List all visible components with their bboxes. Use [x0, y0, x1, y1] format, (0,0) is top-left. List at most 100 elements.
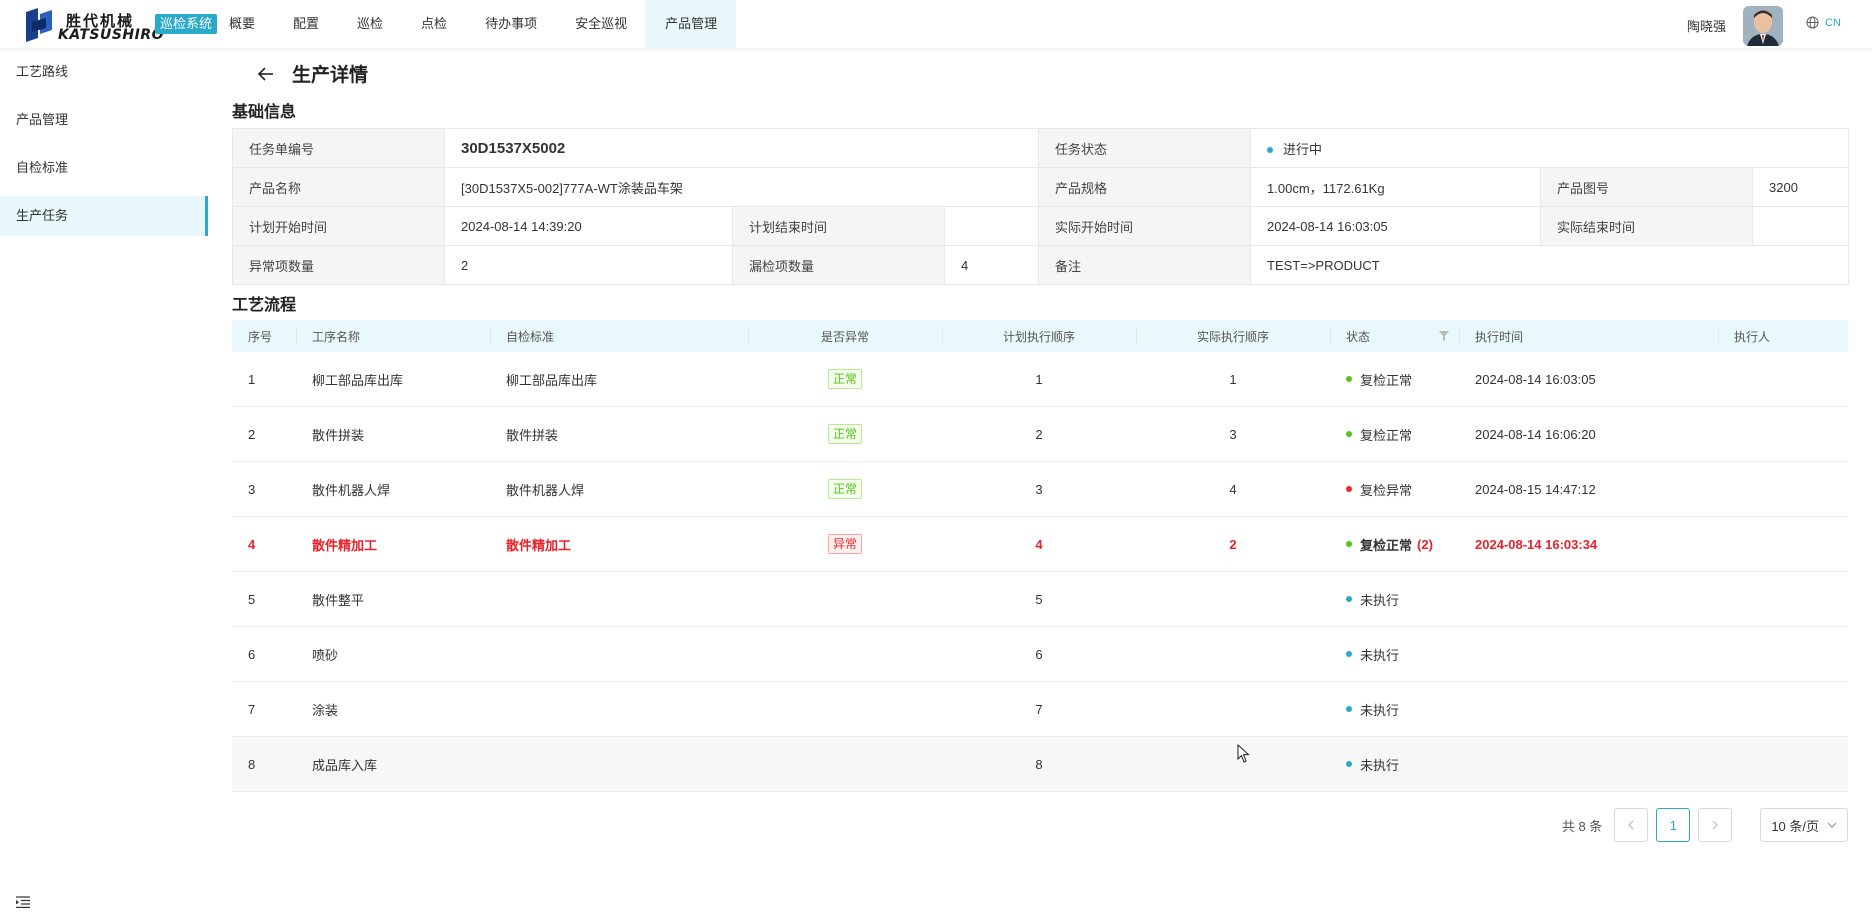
sidebar-item-process-route[interactable]: 工艺路线: [0, 52, 208, 92]
language-switch[interactable]: CN: [1806, 16, 1841, 29]
cell-abnormal: 正常: [748, 352, 942, 407]
actual-end-value: [1752, 206, 1850, 246]
table-row[interactable]: 1 柳工部品库出库 柳工部品库出库 正常 1 1 复检正常 2024-08-14 16:03:…: [232, 352, 1848, 407]
section-title-process: 工艺流程: [232, 297, 297, 314]
cell-plan-order: 1: [942, 352, 1136, 407]
cell-no: 7: [232, 681, 296, 737]
status-dot-icon: [1346, 376, 1352, 382]
col-header-plan-order: 计划执行顺序: [942, 320, 1136, 352]
cell-operator: [1718, 626, 1848, 682]
status-text: 未执行: [1360, 592, 1400, 608]
cell-exec-time: 2024-08-14 16:03:34: [1459, 516, 1718, 572]
table-row[interactable]: 6 喷砂 6 未执行: [232, 626, 1848, 682]
nav-todo[interactable]: 待办事项: [466, 0, 556, 48]
cell-exec-time: 2024-08-15 14:47:12: [1459, 461, 1718, 517]
plan-end-value: [943, 206, 1040, 246]
status-text: 未执行: [1360, 647, 1400, 663]
nav-overview[interactable]: 概要: [210, 0, 274, 48]
cell-standard: 散件机器人焊: [490, 461, 748, 517]
logo-en-text: KATSUSHIRO: [58, 27, 165, 43]
page-title: 生产详情: [292, 65, 369, 86]
recheck-count[interactable]: (2): [1417, 537, 1433, 552]
status-text: 复检正常: [1360, 427, 1413, 443]
cell-no: 2: [232, 406, 296, 462]
sidebar-item-self-check-standard[interactable]: 自检标准: [0, 148, 208, 188]
missed-count-label: 漏检项数量: [732, 245, 945, 285]
user-name[interactable]: 陶晓强: [1687, 16, 1726, 35]
cell-status: 复检正常: [1330, 352, 1459, 407]
status-dot-icon: [1346, 486, 1352, 492]
cell-exec-time: 2024-08-14 16:03:05: [1459, 352, 1718, 407]
cell-step-name: 柳工部品库出库: [296, 352, 490, 407]
cell-exec-time: [1459, 736, 1718, 792]
cell-no: 4: [232, 516, 296, 572]
col-header-status-label: 状态: [1346, 329, 1371, 344]
col-header-operator: 执行人: [1718, 320, 1848, 352]
cell-exec-time: 2024-08-14 16:06:20: [1459, 406, 1718, 462]
cell-actual-order: [1136, 681, 1330, 737]
table-row[interactable]: 4 散件精加工 散件精加工 异常 4 2 复检正常 (2) 2024-08-14 16:03:3…: [232, 516, 1848, 572]
cell-abnormal: 异常: [748, 516, 942, 572]
remark-label: 备注: [1038, 245, 1252, 285]
abnormal-count-label: 异常项数量: [232, 245, 445, 285]
status-dot-icon: [1346, 431, 1352, 437]
cell-actual-order: 3: [1136, 406, 1330, 462]
next-page-button[interactable]: [1698, 808, 1733, 842]
cell-standard: [490, 571, 748, 627]
cell-operator: [1718, 516, 1848, 572]
cell-operator: [1718, 736, 1848, 792]
company-logo[interactable]: 胜代机械 KATSUSHIRO: [24, 8, 164, 43]
process-table: 序号 工序名称 自检标准 是否异常 计划执行顺序 实际执行顺序 状态 执行时间 …: [232, 320, 1848, 792]
page-size-select[interactable]: 10 条/页: [1760, 808, 1848, 842]
actual-start-label: 实际开始时间: [1038, 206, 1252, 246]
logo-mark-icon: [26, 8, 52, 42]
collapse-menu-icon[interactable]: [16, 896, 30, 908]
table-row[interactable]: 2 散件拼装 散件拼装 正常 2 3 复检正常 2024-08-14 16:06:20: [232, 406, 1848, 462]
table-row[interactable]: 8 成品库入库 8 未执行: [232, 736, 1848, 792]
cell-exec-time: [1459, 571, 1718, 627]
status-text: 复检正常: [1360, 372, 1413, 388]
missed-count-value: 4: [943, 245, 1040, 285]
status-text: 未执行: [1360, 702, 1400, 718]
filter-icon[interactable]: [1439, 331, 1449, 341]
col-header-standard: 自检标准: [490, 320, 748, 352]
cell-no: 1: [232, 352, 296, 407]
cell-standard: 散件拼装: [490, 406, 748, 462]
page-header: 生产详情: [256, 60, 368, 87]
top-bar: 胜代机械 KATSUSHIRO 巡检系统 概要 配置 巡检 点检 待办事项 安全…: [0, 0, 1872, 48]
cell-actual-order: [1136, 736, 1330, 792]
cell-no: 8: [232, 736, 296, 792]
nav-spot-check[interactable]: 点检: [402, 0, 466, 48]
section-title-basic-info: 基础信息: [232, 104, 297, 121]
cell-operator: [1718, 352, 1848, 407]
system-badge: 巡检系统: [155, 14, 218, 34]
col-header-actual-order: 实际执行顺序: [1136, 320, 1330, 352]
cell-abnormal: 正常: [748, 406, 942, 462]
drawing-no-value: 3200: [1752, 167, 1850, 207]
drawing-no-label: 产品图号: [1540, 167, 1754, 207]
nav-config[interactable]: 配置: [274, 0, 338, 48]
status-text: 复检正常: [1360, 537, 1413, 553]
table-row[interactable]: 5 散件整平 5 未执行: [232, 571, 1848, 627]
sidebar-item-production-task[interactable]: 生产任务: [0, 196, 208, 236]
avatar[interactable]: [1743, 6, 1783, 46]
prev-page-button[interactable]: [1614, 808, 1649, 842]
cell-abnormal: [748, 571, 942, 627]
col-header-step-name: 工序名称: [296, 320, 490, 352]
nav-safety-patrol[interactable]: 安全巡视: [556, 0, 646, 48]
cell-standard: [490, 681, 748, 737]
basic-info-table: 任务单编号 30D1537X5002 任务状态 进行中 产品名称 [30D153…: [232, 128, 1850, 285]
back-arrow-icon[interactable]: [256, 64, 276, 84]
nav-product-management[interactable]: 产品管理: [646, 0, 737, 48]
table-row[interactable]: 3 散件机器人焊 散件机器人焊 正常 3 4 复检异常 2024-08-15 14:47:12: [232, 461, 1848, 517]
table-row[interactable]: 7 涂装 7 未执行: [232, 681, 1848, 737]
nav-patrol[interactable]: 巡检: [338, 0, 402, 48]
status-dot-icon: [1346, 541, 1352, 547]
col-header-exec-time: 执行时间: [1459, 320, 1718, 352]
cell-step-name: 散件拼装: [296, 406, 490, 462]
page-1-button[interactable]: 1: [1656, 808, 1691, 842]
cell-plan-order: 7: [942, 681, 1136, 737]
plan-end-label: 计划结束时间: [732, 206, 945, 246]
sidebar-item-product-management[interactable]: 产品管理: [0, 100, 208, 140]
task-status-label: 任务状态: [1038, 128, 1252, 168]
